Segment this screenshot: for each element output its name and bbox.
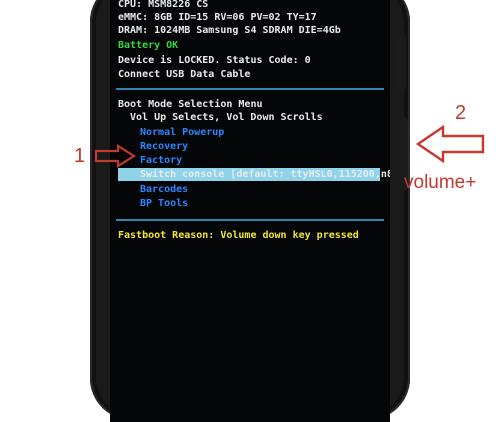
step-1-number: 1 [74, 145, 86, 167]
arrow-right-icon [94, 144, 137, 168]
emmc-info: eMMC: 8GB ID=15 RV=06 PV=02 TY=17 [118, 12, 317, 23]
menu-item-switch-console[interactable]: Switch console [default: ttyHSL0,115200,… [140, 169, 390, 181]
bootloader-screen: ▒▒▒▒▒▒ ▒▒▒▒▒▒▒▒▒▒▒ ▒▒▒ ▒▒ ▒▒▒▒▒▒▒▒▒▒ CPU… [110, 0, 390, 422]
menu-item-recovery[interactable]: Recovery [140, 141, 188, 153]
menu-item-bp-tools[interactable]: BP Tools [140, 198, 188, 210]
menu-item-normal-powerup[interactable]: Normal Powerup [140, 127, 224, 139]
menu-item-factory[interactable]: Factory [140, 155, 182, 167]
fastboot-reason: Fastboot Reason: Volume down key pressed [118, 230, 359, 241]
step-2-number: 2 [455, 102, 467, 124]
battery-status: Battery OK [118, 40, 179, 51]
lock-status: Device is LOCKED. Status Code: 0 [118, 55, 311, 66]
power-button[interactable] [398, 35, 406, 90]
divider-top [116, 88, 384, 90]
menu-item-barcodes[interactable]: Barcodes [140, 184, 188, 196]
menu-title: Boot Mode Selection Menu [118, 99, 263, 110]
divider-bottom [116, 219, 384, 221]
cpu-info: CPU: MSM8226 CS [118, 0, 209, 10]
usb-status: Connect USB Data Cable [118, 69, 251, 80]
dram-info: DRAM: 1024MB Samsung S4 SDRAM DIE=4Gb [118, 25, 341, 36]
menu-instructions: Vol Up Selects, Vol Down Scrolls [130, 112, 323, 123]
arrow-left-icon [415, 124, 485, 164]
volume-plus-label: volume+ [404, 172, 477, 193]
